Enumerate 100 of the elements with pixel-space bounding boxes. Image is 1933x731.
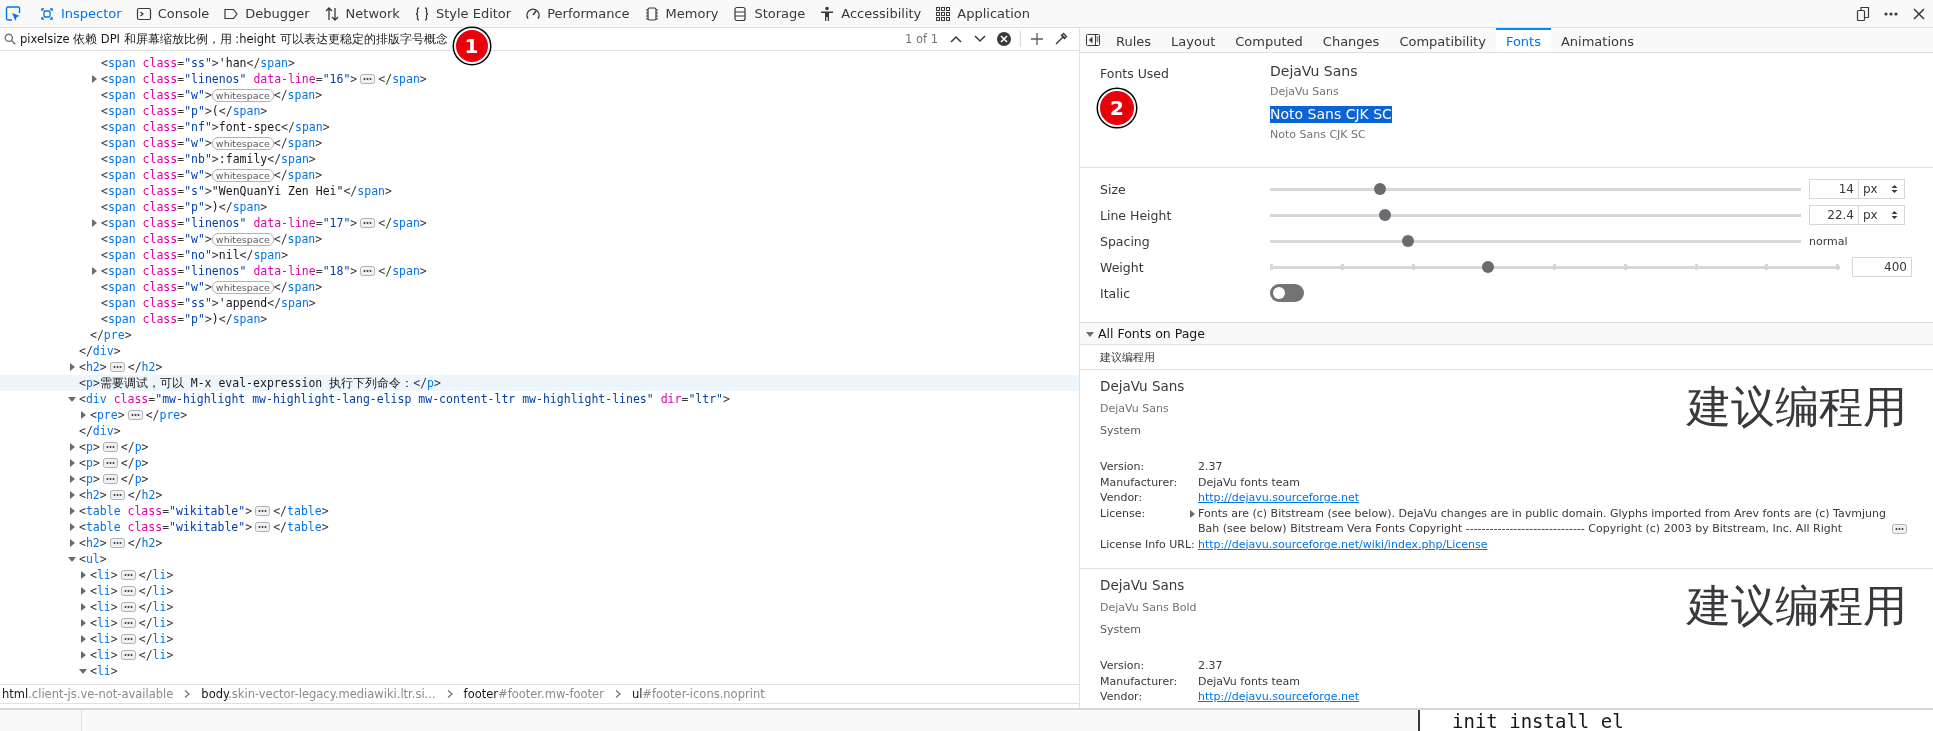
toolbox-tab[interactable]: Debugger bbox=[216, 0, 317, 27]
arrows-icon bbox=[323, 5, 340, 22]
ellipsis-icon[interactable] bbox=[127, 410, 143, 420]
ellipsis-icon[interactable] bbox=[102, 442, 118, 452]
ellipsis-icon[interactable] bbox=[120, 618, 136, 628]
slider-thumb[interactable] bbox=[1373, 183, 1386, 195]
highlighted-row[interactable]: <p>需要调试，可以 M-x eval-expression 执行下列命令：</p> bbox=[0, 375, 1079, 391]
expand-arrow-icon[interactable] bbox=[79, 411, 87, 419]
ellipsis-icon[interactable] bbox=[102, 474, 118, 484]
ellipsis-icon[interactable] bbox=[109, 538, 125, 548]
slider-thumb[interactable] bbox=[1482, 261, 1495, 273]
ellipsis-icon[interactable] bbox=[360, 74, 376, 84]
section-header[interactable]: All Fonts on Page bbox=[1080, 323, 1933, 345]
expand-arrow-icon[interactable] bbox=[79, 667, 87, 675]
expand-arrow-icon[interactable] bbox=[68, 507, 76, 515]
markup-code: </table> bbox=[273, 520, 329, 534]
expand-arrow-icon[interactable] bbox=[68, 363, 76, 371]
toolbox-tab[interactable]: Accessibility bbox=[812, 0, 929, 27]
expand-arrow-icon[interactable] bbox=[90, 219, 98, 227]
toolbox-tab[interactable]: Memory bbox=[636, 0, 726, 27]
expand-arrow-icon[interactable] bbox=[79, 635, 87, 643]
expand-arrow-icon[interactable] bbox=[79, 587, 87, 595]
ellipsis-icon[interactable] bbox=[360, 218, 376, 228]
markup-code: <table class="wikitable"> bbox=[79, 520, 253, 534]
search-field[interactable]: pixelsize 依赖 DPI 和屏幕缩放比例，用 :height 可以表达更稳定的排版字号概念 bbox=[0, 28, 448, 50]
markup-code: </p> bbox=[120, 440, 149, 454]
detail-label: Version: bbox=[1100, 658, 1146, 674]
slider-thumb[interactable] bbox=[1402, 235, 1415, 247]
toolbox-tab[interactable]: Inspector bbox=[32, 0, 129, 27]
markup-code: <span class="ss">'han</span> bbox=[101, 56, 295, 70]
ellipsis-icon[interactable] bbox=[120, 650, 136, 660]
sidebar-tab[interactable]: Changes bbox=[1312, 28, 1390, 52]
expand-arrow-icon[interactable] bbox=[90, 75, 98, 83]
breadcrumb[interactable]: ul#footer-icons.noprint bbox=[629, 687, 767, 701]
expand-arrow-icon[interactable] bbox=[68, 491, 76, 499]
ellipsis-icon[interactable] bbox=[1892, 523, 1907, 534]
sidebar-tab[interactable]: Animations bbox=[1550, 28, 1644, 52]
ellipsis-icon[interactable] bbox=[255, 506, 271, 516]
ellipsis-icon[interactable] bbox=[120, 570, 136, 580]
expand-arrow-icon[interactable] bbox=[68, 475, 76, 483]
sidebar-tab[interactable]: Layout bbox=[1161, 28, 1226, 52]
breadcrumb[interactable]: body.skin-vector-legacy.mediawiki.ltr.si... bbox=[199, 687, 438, 701]
result-count: 1 of 1 bbox=[904, 32, 938, 46]
expand-arrow-icon[interactable] bbox=[90, 267, 98, 275]
toolbox-tab[interactable]: Network bbox=[316, 0, 407, 27]
link[interactable]: http://dejavu.sourceforge.net bbox=[1198, 689, 1359, 705]
toggle-switch[interactable] bbox=[1270, 284, 1304, 302]
close-icon bbox=[1911, 5, 1927, 22]
detail-label: Manufacturer: bbox=[1100, 474, 1179, 490]
ellipsis-icon[interactable] bbox=[255, 522, 271, 532]
markup-code: <table class="wikitable"> bbox=[79, 504, 253, 518]
toolbox-tab[interactable]: Application bbox=[928, 0, 1037, 27]
expand-arrow-icon[interactable] bbox=[79, 571, 87, 579]
sidebar-tab[interactable]: Computed bbox=[1225, 28, 1313, 52]
expand-arrow-icon[interactable] bbox=[68, 539, 76, 547]
square-icon bbox=[39, 5, 55, 22]
database-icon bbox=[732, 5, 749, 22]
expand-arrow-icon[interactable] bbox=[1086, 329, 1094, 338]
ellipsis-icon[interactable] bbox=[360, 266, 376, 276]
markup-code: </span> bbox=[273, 168, 323, 182]
expand-arrow-icon[interactable] bbox=[68, 443, 76, 451]
number-field[interactable]: 14 bbox=[1809, 179, 1859, 199]
expand-arrow-icon[interactable] bbox=[68, 555, 76, 563]
number-field[interactable]: 400 bbox=[1852, 257, 1912, 277]
sidebar-tab[interactable]: Fonts bbox=[1495, 28, 1551, 52]
sidebar-tab[interactable]: Rules bbox=[1106, 28, 1162, 52]
expand-arrow-icon[interactable] bbox=[68, 523, 76, 531]
unit-select[interactable]: px bbox=[1859, 205, 1905, 225]
sidebar-tab[interactable]: Compatibility bbox=[1389, 28, 1496, 52]
markup-code: <span class="p">)</span> bbox=[101, 200, 268, 214]
expand-arrow-icon[interactable] bbox=[1188, 509, 1196, 518]
breadcrumb[interactable]: html.client-js.ve-not-available bbox=[0, 687, 176, 701]
toolbox-tab[interactable]: Storage bbox=[725, 0, 813, 27]
ellipsis-icon[interactable] bbox=[120, 586, 136, 596]
font-name: Noto Sans CJK SC bbox=[1270, 106, 1392, 123]
ellipsis-icon[interactable] bbox=[120, 634, 136, 644]
expand-arrow-icon[interactable] bbox=[68, 459, 76, 467]
cursor-icon bbox=[5, 5, 21, 22]
toolbox-tab[interactable]: Console bbox=[128, 0, 217, 27]
link[interactable]: http://dejavu.sourceforge.net bbox=[1198, 490, 1359, 506]
expand-arrow-icon[interactable] bbox=[68, 395, 76, 403]
markup-code: </li> bbox=[138, 600, 174, 614]
ellipsis-icon[interactable] bbox=[102, 458, 118, 468]
slider-thumb[interactable] bbox=[1379, 209, 1391, 221]
expand-arrow-icon[interactable] bbox=[79, 603, 87, 611]
markup-code: <li> bbox=[90, 600, 118, 614]
ellipsis-icon[interactable] bbox=[120, 602, 136, 612]
expand-arrow-icon[interactable] bbox=[79, 651, 87, 659]
breadcrumb[interactable]: footer#footer.mw-footer bbox=[461, 687, 606, 701]
ellipsis-icon[interactable] bbox=[109, 490, 125, 500]
link[interactable]: http://dejavu.sourceforge.net/wiki/index.php/License bbox=[1198, 536, 1488, 552]
more-icon bbox=[1884, 11, 1898, 16]
unit-select[interactable]: px bbox=[1859, 179, 1905, 199]
markup-code: <span class="w"> bbox=[101, 280, 212, 294]
toolbox-tab[interactable]: Performance bbox=[518, 0, 637, 27]
markup-code: </span> bbox=[378, 264, 427, 278]
number-field[interactable]: 22.4 bbox=[1809, 205, 1859, 225]
ellipsis-icon[interactable] bbox=[109, 362, 125, 372]
toolbox-tab[interactable]: Style Editor bbox=[406, 0, 519, 27]
expand-arrow-icon[interactable] bbox=[79, 619, 87, 627]
